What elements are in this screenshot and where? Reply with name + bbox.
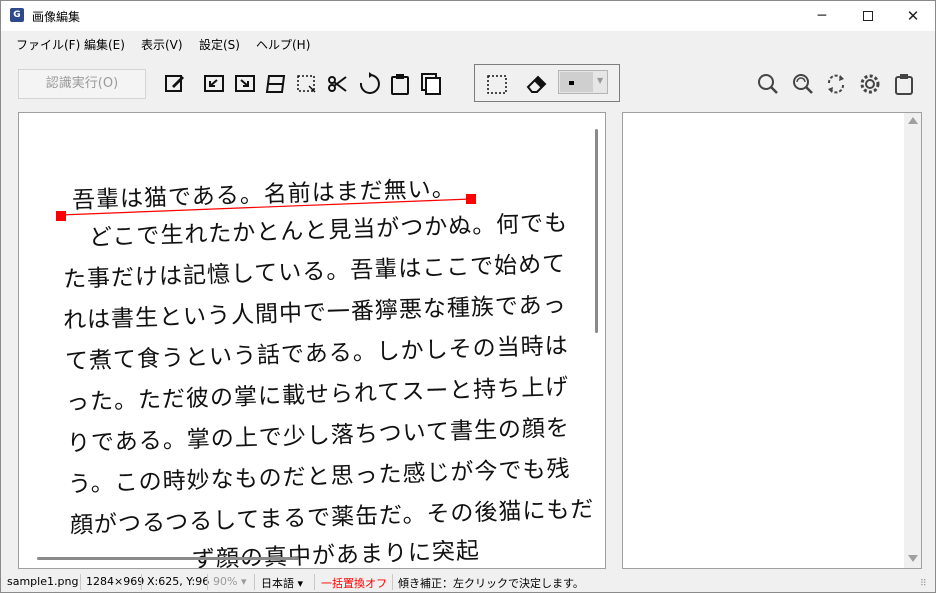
status-divider bbox=[254, 574, 255, 590]
brush-dot-icon bbox=[569, 81, 574, 85]
copy-icon[interactable] bbox=[419, 71, 443, 97]
ocr-run-button[interactable]: 認識実行(O) bbox=[18, 69, 146, 99]
status-divider bbox=[314, 574, 315, 590]
maximize-button[interactable] bbox=[845, 1, 891, 31]
skew-handle-right[interactable] bbox=[466, 194, 476, 204]
refresh-icon[interactable] bbox=[824, 71, 848, 97]
status-coordinates: X:625, Y:96 bbox=[147, 575, 210, 588]
status-message: 傾き補正：左クリックで決定します。 bbox=[398, 577, 584, 590]
menu-help[interactable]: ヘルプ(H) bbox=[256, 36, 310, 53]
clipboard-icon[interactable] bbox=[892, 71, 916, 97]
crop-left-icon[interactable] bbox=[202, 71, 226, 97]
menu-bar: ファイル(F) 編集(E) 表示(V) 設定(S) ヘルプ(H) bbox=[1, 32, 935, 54]
status-filename: sample1.png bbox=[7, 575, 79, 588]
toolbar: 認識実行(O) bbox=[1, 56, 935, 108]
app-window: G 画像編集 ─ ✕ ファイル(F) 編集(E) 表示(V) 設定(S) ヘルプ… bbox=[0, 0, 936, 593]
title-bar: G 画像編集 ─ ✕ bbox=[1, 1, 935, 31]
horizontal-scrollbar[interactable] bbox=[37, 557, 299, 560]
window-title: 画像編集 bbox=[32, 10, 81, 24]
edit-icon[interactable] bbox=[163, 71, 187, 97]
status-divider bbox=[392, 574, 393, 590]
status-divider bbox=[207, 574, 208, 590]
status-image-size: 1284×969 bbox=[86, 575, 145, 588]
image-canvas[interactable]: 吾輩は猫である。名前はまだ無い。 どこで生れたかとんと見当がつかぬ。何でも た事… bbox=[18, 112, 606, 569]
skew-handle-left[interactable] bbox=[56, 211, 66, 221]
skew-guide-line bbox=[59, 198, 472, 216]
dropdown-arrow-icon: ▼ bbox=[597, 76, 604, 85]
status-bulk-replace[interactable]: 一括置換オフ bbox=[321, 575, 387, 591]
zoom-icon[interactable] bbox=[756, 71, 780, 97]
close-button[interactable]: ✕ bbox=[890, 1, 935, 31]
close-icon: ✕ bbox=[906, 7, 920, 25]
rotate-icon[interactable] bbox=[357, 71, 381, 97]
paste-icon[interactable] bbox=[388, 71, 412, 97]
menu-view[interactable]: 表示(V) bbox=[141, 36, 183, 53]
status-language[interactable]: 日本語 ▾ bbox=[261, 575, 303, 591]
status-divider bbox=[80, 574, 81, 590]
minimize-button[interactable]: ─ bbox=[799, 1, 845, 31]
brush-size-select[interactable]: ▼ bbox=[558, 70, 608, 94]
menu-settings[interactable]: 設定(S) bbox=[199, 36, 240, 53]
status-divider bbox=[141, 574, 142, 590]
resize-grip-icon[interactable]: ⠿ bbox=[920, 579, 927, 589]
crop-right-icon[interactable] bbox=[233, 71, 257, 97]
status-bar: sample1.png 1284×969 X:625, Y:96 90% ▾ 日… bbox=[1, 571, 935, 592]
settings-icon[interactable] bbox=[858, 71, 882, 97]
selection-rect-icon[interactable] bbox=[485, 71, 509, 97]
vertical-scrollbar[interactable] bbox=[595, 129, 598, 333]
select-region-icon[interactable] bbox=[295, 71, 319, 97]
zoom-reset-icon[interactable] bbox=[790, 71, 814, 97]
status-zoom[interactable]: 90% ▾ bbox=[213, 575, 246, 588]
perspective-icon[interactable] bbox=[264, 71, 288, 97]
eraser-icon[interactable] bbox=[524, 71, 548, 97]
result-scrollbar[interactable] bbox=[904, 113, 921, 568]
scroll-down-arrow-icon[interactable] bbox=[908, 555, 918, 562]
maximize-icon bbox=[863, 11, 873, 21]
minimize-icon: ─ bbox=[817, 8, 827, 24]
brush-swatch bbox=[560, 72, 593, 92]
app-icon: G bbox=[10, 8, 24, 22]
ocr-result-panel[interactable] bbox=[622, 112, 922, 569]
menu-edit[interactable]: 編集(E) bbox=[84, 36, 125, 53]
cut-icon[interactable] bbox=[326, 71, 350, 97]
menu-file[interactable]: ファイル(F) bbox=[16, 36, 80, 53]
scroll-up-arrow-icon[interactable] bbox=[908, 117, 918, 124]
